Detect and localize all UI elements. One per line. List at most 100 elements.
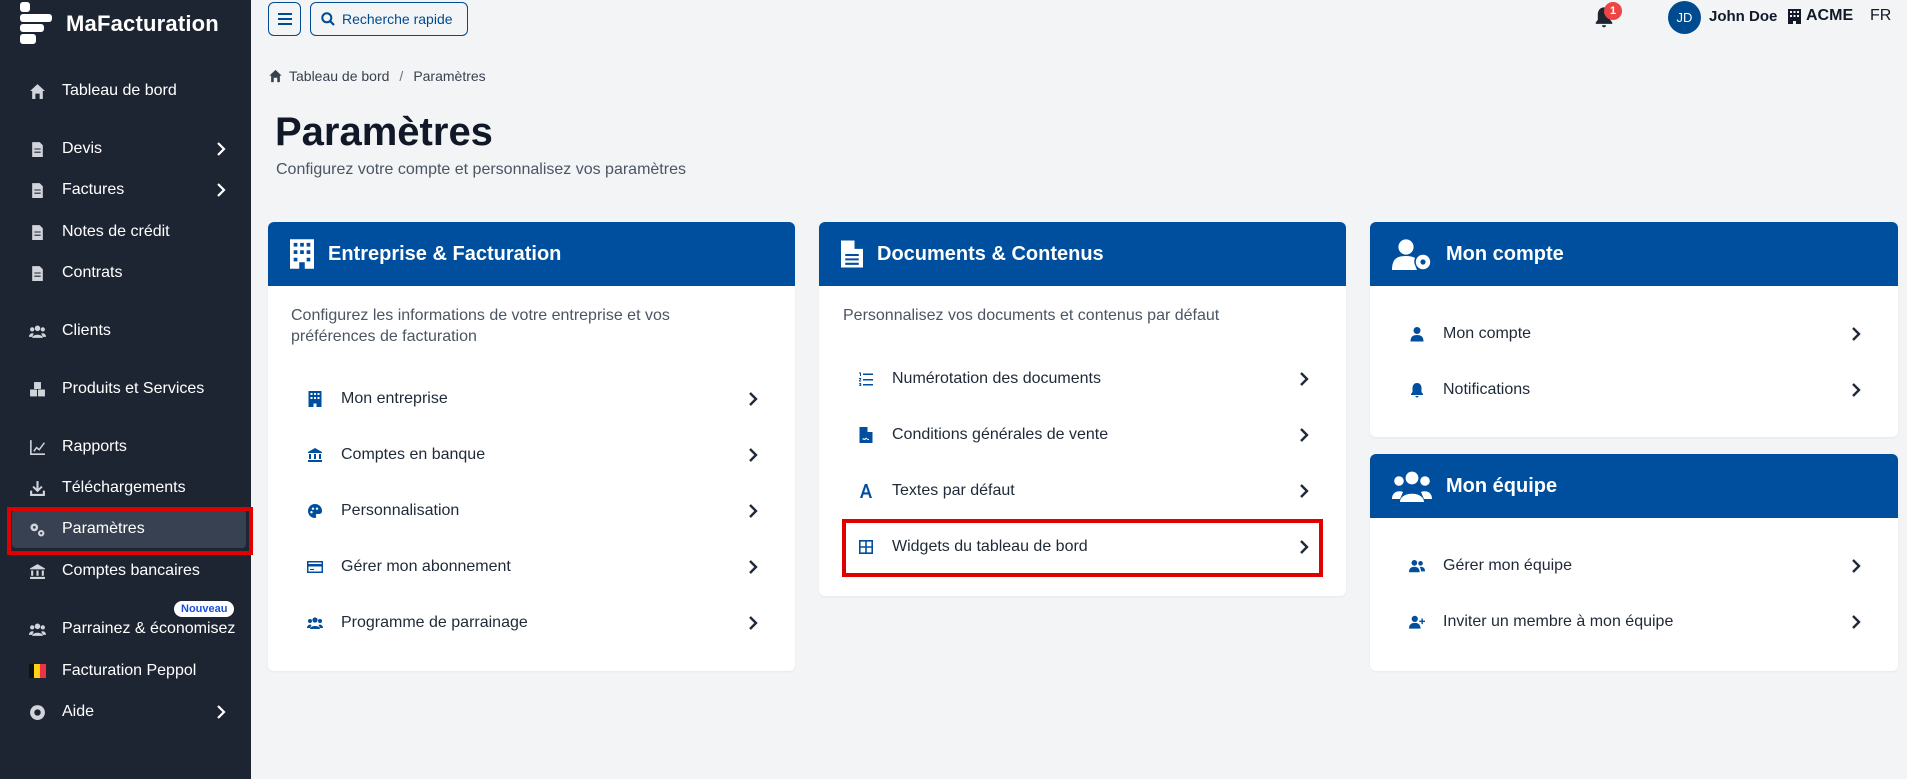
app-logo[interactable]: MaFacturation	[16, 0, 219, 48]
notification-count-badge: 1	[1604, 2, 1622, 20]
card-title: Mon équipe	[1446, 474, 1558, 497]
avatar[interactable]: JD	[1668, 1, 1701, 34]
link-textes-par-defaut[interactable]: Textes par défaut	[854, 468, 1310, 514]
card-title: Mon compte	[1446, 242, 1564, 265]
users-icon	[26, 323, 48, 340]
user-icon	[1405, 326, 1429, 342]
link-label: Personnalisation	[341, 502, 460, 519]
card-title: Entreprise & Facturation	[328, 242, 562, 265]
sidebar-item-devis[interactable]: Devis	[12, 130, 246, 168]
sidebar-item-label: Contrats	[62, 264, 123, 281]
user-gear-icon	[1392, 239, 1431, 270]
user-group-icon	[1405, 558, 1429, 574]
sidebar-item-label: Facturation Peppol	[62, 662, 197, 679]
file-icon	[841, 240, 863, 268]
document-icon	[26, 224, 48, 241]
sidebar-item-label: Comptes bancaires	[62, 562, 200, 579]
bank-icon	[26, 563, 48, 580]
sidebar: MaFacturation Tableau de bord Devis Fact…	[0, 0, 251, 779]
link-gerer-mon-abonnement[interactable]: Gérer mon abonnement	[303, 544, 759, 590]
card-title: Documents & Contenus	[877, 242, 1104, 265]
company-switcher[interactable]: ACME	[1788, 7, 1853, 25]
chevron-right-icon	[1298, 371, 1310, 392]
quick-search-button[interactable]: Recherche rapide	[310, 2, 468, 36]
company-name: ACME	[1806, 7, 1854, 24]
link-inviter-un-membre[interactable]: Inviter un membre à mon équipe	[1405, 599, 1862, 645]
link-label: Inviter un membre à mon équipe	[1443, 613, 1674, 630]
link-label: Gérer mon abonnement	[341, 558, 511, 575]
sidebar-item-parrainez[interactable]: Parrainez & économisez	[12, 610, 246, 648]
sidebar-item-label: Notes de crédit	[62, 223, 170, 240]
chevron-right-icon	[1298, 427, 1310, 448]
file-contract-icon	[854, 427, 878, 443]
sidebar-item-factures[interactable]: Factures	[12, 171, 246, 209]
sidebar-item-facturation-peppol[interactable]: Facturation Peppol	[12, 652, 246, 690]
sidebar-item-tableau-de-bord[interactable]: Tableau de bord	[12, 72, 246, 110]
link-label: Conditions générales de vente	[892, 426, 1109, 443]
chart-icon	[26, 439, 48, 456]
sidebar-item-notes-de-credit[interactable]: Notes de crédit	[12, 213, 246, 251]
link-conditions-generales-de-vente[interactable]: Conditions générales de vente	[854, 412, 1310, 458]
chevron-right-icon	[747, 615, 759, 636]
chevron-right-icon	[1298, 483, 1310, 504]
link-notifications[interactable]: Notifications	[1405, 367, 1862, 413]
search-icon	[321, 12, 335, 26]
link-mon-entreprise[interactable]: Mon entreprise	[303, 376, 759, 422]
home-icon	[269, 69, 282, 83]
sidebar-item-label: Parrainez & économisez	[62, 620, 236, 637]
sidebar-item-label: Produits et Services	[62, 380, 205, 397]
credit-card-icon	[303, 559, 327, 575]
chevron-right-icon	[1850, 558, 1862, 579]
sidebar-item-label: Clients	[62, 322, 111, 339]
link-programme-de-parrainage[interactable]: Programme de parrainage	[303, 600, 759, 646]
sidebar-item-label: Téléchargements	[62, 479, 186, 496]
sidebar-item-label: Devis	[62, 140, 103, 157]
card-mon-compte: Mon compte Mon compte Notifications	[1370, 222, 1898, 437]
breadcrumb-home-link[interactable]: Tableau de bord	[289, 68, 389, 84]
bell-icon	[1405, 382, 1429, 398]
sidebar-item-produits-et-services[interactable]: Produits et Services	[12, 370, 246, 408]
sidebar-item-label: Aide	[62, 703, 95, 720]
card-header: Mon équipe	[1370, 454, 1898, 518]
link-gerer-mon-equipe[interactable]: Gérer mon équipe	[1405, 543, 1862, 589]
link-label: Mon entreprise	[341, 390, 448, 407]
font-icon	[854, 483, 878, 499]
sidebar-item-rapports[interactable]: Rapports	[12, 428, 246, 466]
document-icon	[26, 182, 48, 199]
menu-toggle-button[interactable]	[268, 2, 301, 36]
user-name[interactable]: John Doe	[1709, 8, 1777, 25]
link-comptes-en-banque[interactable]: Comptes en banque	[303, 432, 759, 478]
sidebar-item-aide[interactable]: Aide	[12, 693, 246, 731]
link-label: Numérotation des documents	[892, 370, 1101, 387]
building-icon	[290, 239, 314, 269]
link-label: Gérer mon équipe	[1443, 557, 1572, 574]
belgium-flag-icon	[26, 664, 48, 678]
chevron-right-icon	[747, 391, 759, 412]
link-mon-compte[interactable]: Mon compte	[1405, 311, 1862, 357]
link-numerotation-des-documents[interactable]: Numérotation des documents	[854, 356, 1310, 402]
chevron-right-icon	[747, 503, 759, 524]
palette-icon	[303, 503, 327, 519]
gift-icon	[26, 621, 48, 638]
card-description: Personnalisez vos documents et contenus …	[843, 307, 1220, 324]
page-subtitle: Configurez votre compte et personnalisez…	[276, 161, 686, 178]
chevron-right-icon	[1850, 382, 1862, 403]
sidebar-item-contrats[interactable]: Contrats	[12, 254, 246, 292]
link-label: Notifications	[1443, 381, 1531, 398]
lifebuoy-icon	[26, 704, 48, 721]
building-icon	[303, 391, 327, 407]
sidebar-item-clients[interactable]: Clients	[12, 312, 246, 350]
link-personnalisation[interactable]: Personnalisation	[303, 488, 759, 534]
building-icon	[1788, 8, 1801, 24]
sidebar-item-comptes-bancaires[interactable]: Comptes bancaires	[12, 552, 246, 590]
language-switcher[interactable]: FR	[1870, 7, 1891, 25]
home-icon	[26, 83, 48, 100]
sidebar-item-telechargements[interactable]: Téléchargements	[12, 469, 246, 507]
chevron-right-icon	[747, 447, 759, 468]
user-plus-icon	[1405, 614, 1429, 630]
chevron-right-icon	[1850, 326, 1862, 347]
boxes-icon	[26, 381, 48, 398]
chevron-right-icon	[747, 559, 759, 580]
card-description: Configurez les informations de votre ent…	[291, 307, 670, 345]
sidebar-item-label: Rapports	[62, 438, 127, 455]
